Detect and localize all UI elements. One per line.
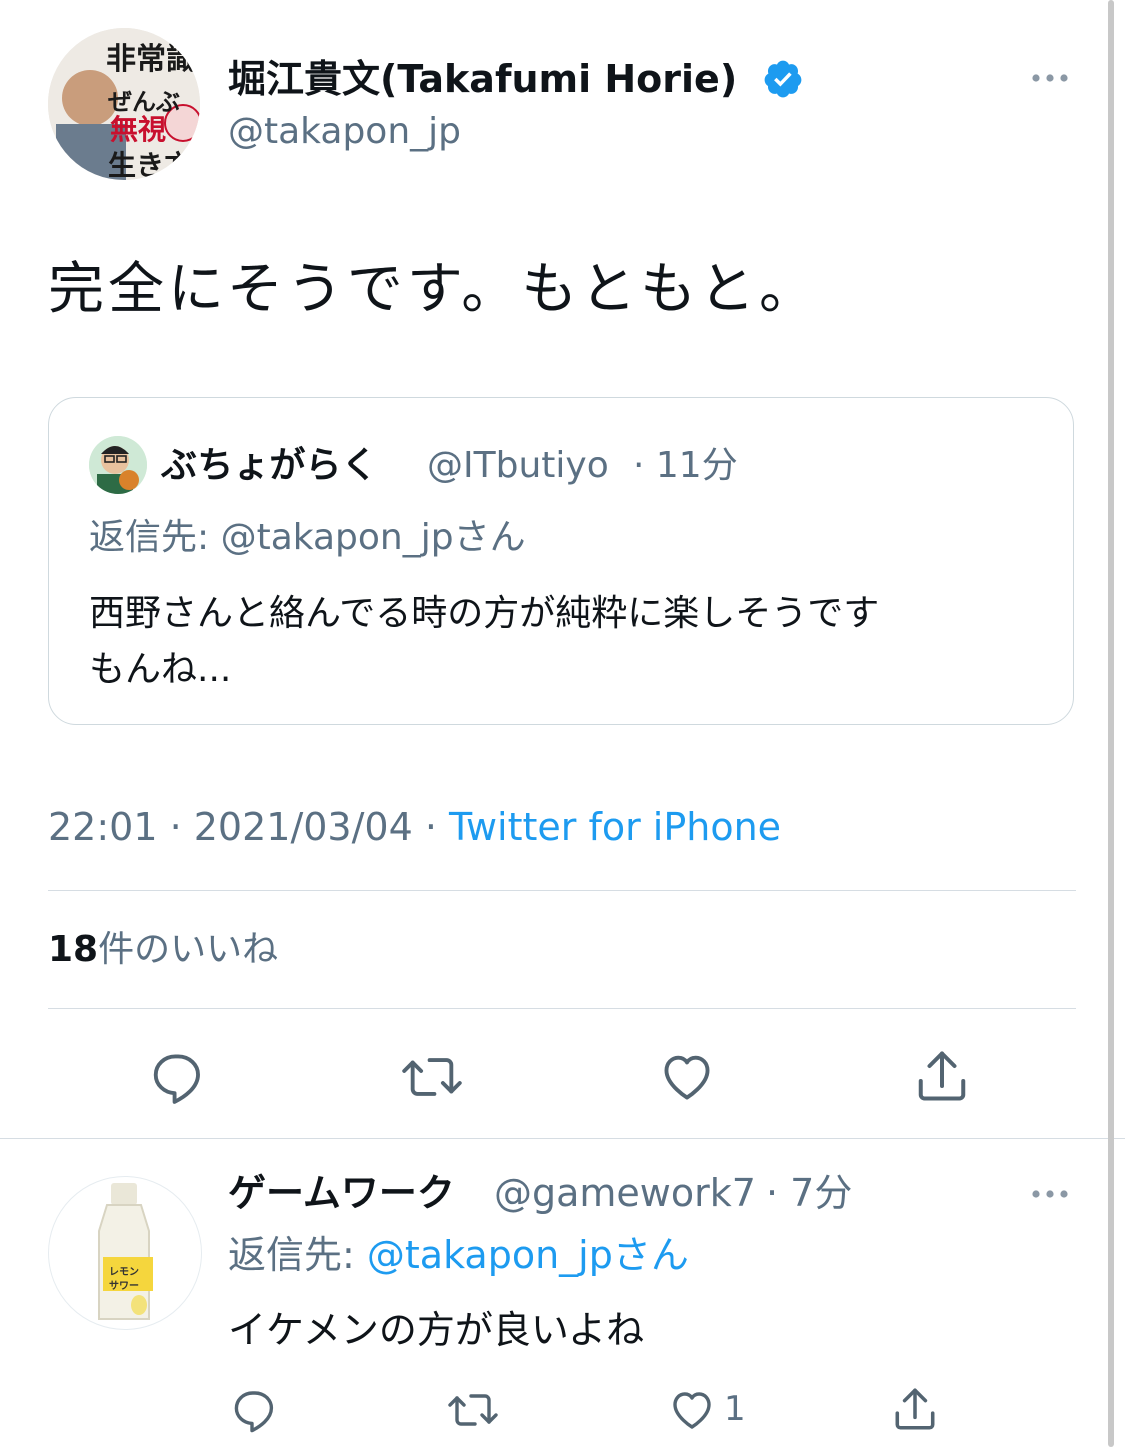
quoted-author-name[interactable]: ぶちょがらく xyxy=(161,444,377,488)
reply-time: · 7分 xyxy=(766,1171,853,1215)
reply-author-name[interactable]: ゲームワーク xyxy=(228,1170,455,1216)
quoted-reply-to-handle[interactable]: @takapon_jpさん xyxy=(221,517,526,558)
likes-summary[interactable]: 18件のいいね xyxy=(48,928,278,972)
tweet-client[interactable]: Twitter for iPhone xyxy=(449,805,781,849)
quoted-text-line-2: もんね... xyxy=(89,649,232,690)
author-avatar[interactable]: 非常識 ぜんぶ 無視 生き方 xyxy=(48,28,200,180)
scrollbar[interactable] xyxy=(1108,0,1114,1447)
quoted-author-avatar[interactable] xyxy=(89,436,147,494)
divider xyxy=(48,1008,1076,1009)
quoted-time: · 11分 xyxy=(633,445,738,486)
retweet-icon[interactable] xyxy=(400,1048,464,1106)
quoted-reply-to: 返信先: @takapon_jpさん xyxy=(89,516,526,560)
reply-icon[interactable] xyxy=(230,1386,278,1434)
quoted-author-handle[interactable]: @ITbutiyo xyxy=(427,444,609,488)
reply-reply-to-prefix: 返信先: xyxy=(228,1233,367,1277)
author-handle[interactable]: @takapon_jp xyxy=(228,110,461,154)
share-icon[interactable] xyxy=(890,1384,940,1434)
avatar-label-1: レモン xyxy=(109,1267,139,1278)
like-icon[interactable] xyxy=(658,1048,716,1106)
likes-label: 件のいいね xyxy=(98,929,279,970)
more-icon[interactable] xyxy=(1028,64,1072,92)
divider xyxy=(0,1138,1125,1139)
avatar-label-2: サワー xyxy=(109,1281,139,1292)
divider xyxy=(48,890,1076,891)
avatar-text-4: 生き方 xyxy=(108,149,193,180)
more-icon[interactable] xyxy=(1028,1180,1072,1208)
tweet-timestamp[interactable]: 22:01 · 2021/03/04 · xyxy=(48,805,449,849)
quoted-reply-to-prefix: 返信先: xyxy=(89,517,221,558)
avatar-text-3: 無視 xyxy=(110,113,167,146)
reply-icon[interactable] xyxy=(148,1048,206,1106)
like-icon[interactable] xyxy=(668,1386,716,1434)
avatar-text-1: 非常識 xyxy=(106,42,196,77)
tweet-meta: 22:01 · 2021/03/04 · Twitter for iPhone xyxy=(48,804,781,850)
reply-reply-to-handle[interactable]: @takapon_jpさん xyxy=(367,1233,689,1277)
author-name[interactable]: 堀江貴文(Takafumi Horie) xyxy=(228,56,737,102)
retweet-icon[interactable] xyxy=(446,1386,500,1434)
reply-reply-to: 返信先: @takapon_jpさん xyxy=(228,1232,689,1278)
quoted-text-line-1: 西野さんと絡んでる時の方が純粋に楽しそうです xyxy=(89,593,880,634)
tweet-text: 完全にそうです。もともと。 xyxy=(48,257,820,322)
reply-author-avatar[interactable]: レモン サワー xyxy=(48,1176,202,1330)
reply-like-count: 1 xyxy=(724,1389,746,1429)
quoted-tweet-card[interactable]: ぶちょがらく @ITbutiyo · 11分 返信先: @takapon_jpさ… xyxy=(48,397,1074,725)
share-icon[interactable] xyxy=(912,1046,972,1106)
verified-badge-icon xyxy=(762,58,804,100)
reply-author-handle[interactable]: @gamework7 xyxy=(494,1170,756,1216)
reply-text: イケメンの方が良いよね xyxy=(228,1308,645,1352)
likes-count: 18 xyxy=(48,929,99,970)
